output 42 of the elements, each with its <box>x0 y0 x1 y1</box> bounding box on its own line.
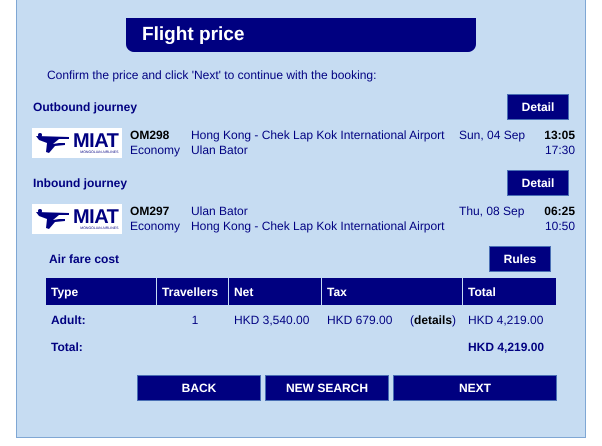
nav-button[interactable]: BACK <box>137 375 261 401</box>
net-price: HKD 3,540.00 <box>234 313 310 327</box>
column-header: Tax <box>322 278 462 305</box>
details-link[interactable]: (details) <box>410 313 462 327</box>
arrival-time: 10:50 <box>544 219 575 234</box>
rules-button[interactable]: Rules <box>489 246 551 272</box>
departure-time: 13:05 <box>544 128 575 143</box>
bird-icon <box>35 207 71 231</box>
column-header: Net <box>229 278 321 305</box>
column-header: Type <box>46 278 156 305</box>
flight-number: OM298 <box>130 128 170 143</box>
nav-button[interactable]: NEW SEARCH <box>265 375 389 401</box>
logo-name: MIAT <box>73 131 118 152</box>
passenger-type: Adult: <box>51 313 86 327</box>
column-header: Travellers <box>157 278 228 305</box>
grand-total: HKD 4,219.00 <box>468 340 544 354</box>
total-price: HKD 4,219.00 <box>468 313 544 327</box>
flight-date: Sun, 04 Sep <box>459 128 526 143</box>
departure-airport: Hong Kong - Chek Lap Kok International Airport <box>191 128 446 143</box>
departure-airport: Ulan Bator <box>191 204 249 219</box>
departure-time: 06:25 <box>544 204 575 219</box>
flight-number: OM297 <box>130 204 170 219</box>
detail-button[interactable]: Detail <box>507 170 569 196</box>
tax-amount: HKD 679.00 <box>327 313 392 327</box>
cabin-class: Economy <box>130 143 182 158</box>
detail-button[interactable]: Detail <box>507 94 569 120</box>
arrival-airport: Ulan Bator <box>191 143 249 158</box>
fare-heading: Air fare cost <box>49 252 120 266</box>
journey-heading: Outbound journey <box>33 100 137 114</box>
total-label: Total: <box>51 340 83 354</box>
bird-icon <box>35 131 71 155</box>
logo-name: MIAT <box>73 207 118 228</box>
arrival-airport: Hong Kong - Chek Lap Kok International Airport <box>191 219 446 234</box>
flight-date: Thu, 08 Sep <box>459 204 526 219</box>
cabin-class: Economy <box>130 219 182 234</box>
traveller-count: 1 <box>192 313 198 327</box>
column-header: Total <box>463 278 556 305</box>
journey-heading: Inbound journey <box>33 176 127 190</box>
nav-button[interactable]: NEXT <box>393 375 557 401</box>
intro-text: Confirm the price and click 'Next' to continue with the booking: <box>47 68 378 82</box>
arrival-time: 17:30 <box>544 143 575 158</box>
page-title: Flight price <box>126 18 476 52</box>
